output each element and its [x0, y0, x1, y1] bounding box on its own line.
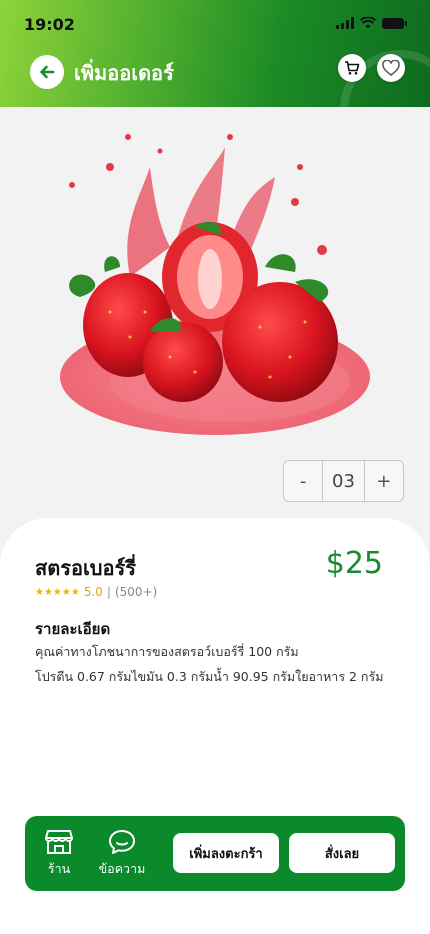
cart-button[interactable]	[338, 54, 366, 82]
details-title: รายละเอียด	[35, 620, 111, 638]
signal-icon	[336, 17, 354, 29]
chat-icon	[109, 829, 135, 854]
status-time: 19:02	[24, 15, 75, 34]
message-label: ข้อความ	[98, 860, 146, 876]
heart-icon	[382, 60, 400, 76]
bottom-action-bar: ร้าน ข้อความ เพิ่มลงตะกร้า สั่งเลย	[25, 816, 405, 891]
quantity-stepper: - 03 +	[283, 460, 404, 502]
details-line-2: โปรตีน 0.67 กรัมไขมัน 0.3 กรัมน้ำ 90.95 …	[35, 669, 384, 684]
back-button[interactable]	[30, 55, 64, 89]
arrow-left-icon	[40, 65, 55, 79]
rating-value: 5.0	[83, 585, 103, 599]
buy-now-button[interactable]: สั่งเลย	[289, 833, 395, 873]
rating-separator: |	[106, 585, 111, 599]
decrease-button[interactable]: -	[284, 461, 322, 501]
rating-count: (500+)	[114, 585, 158, 599]
product-price: $25	[325, 546, 383, 581]
battery-icon	[382, 17, 407, 29]
message-button[interactable]: ข้อความ	[95, 816, 149, 891]
increase-button[interactable]: +	[365, 461, 403, 501]
shop-button[interactable]: ร้าน	[35, 816, 83, 891]
shop-label: ร้าน	[47, 860, 71, 876]
page-title: เพิ่มออเดอร์	[74, 61, 174, 85]
quantity-value: 03	[322, 461, 365, 501]
product-name: สตรอเบอร์รี่	[35, 556, 136, 580]
star-rating-icon: ★★★★★	[35, 586, 80, 598]
wifi-icon	[360, 17, 376, 29]
details-line-1: คุณค่าทางโภชนาการของสตรอว์เบอร์รี่ 100 ก…	[35, 644, 299, 659]
product-rating: ★★★★★ 5.0 | (500+)	[35, 585, 157, 599]
add-to-cart-button[interactable]: เพิ่มลงตะกร้า	[173, 833, 279, 873]
status-icons	[336, 17, 407, 29]
store-icon	[45, 829, 73, 854]
favorite-button[interactable]	[377, 54, 405, 82]
cart-icon	[345, 61, 360, 75]
